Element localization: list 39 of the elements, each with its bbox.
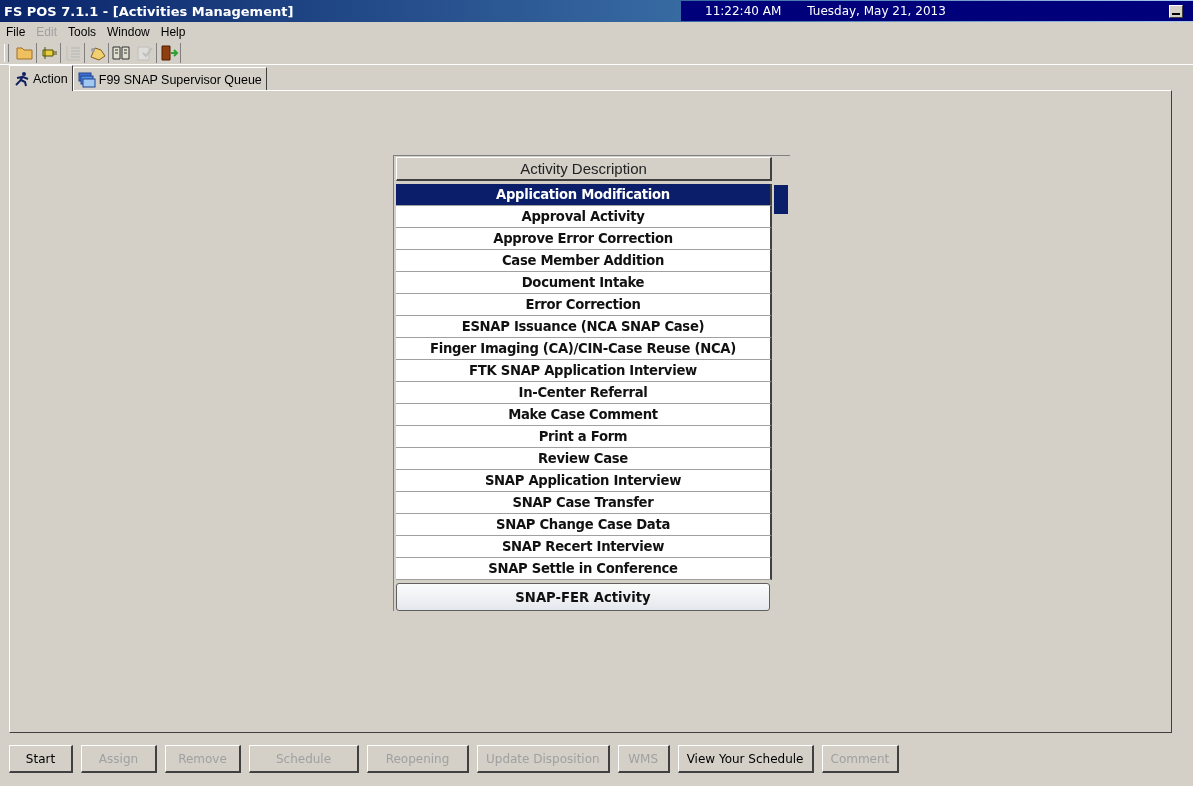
- activity-row[interactable]: SNAP Settle in Conference: [396, 558, 772, 580]
- minimize-button[interactable]: [1169, 4, 1183, 18]
- menu-item[interactable]: Help: [156, 25, 193, 39]
- activity-row[interactable]: SNAP Application Interview: [396, 470, 772, 492]
- tab[interactable]: F99 SNAP Supervisor Queue: [72, 67, 267, 91]
- activity-row[interactable]: Print a Form: [396, 426, 772, 448]
- menu-item[interactable]: File: [2, 25, 33, 39]
- window-title: FS POS 7.1.1 - [Activities Management]: [3, 3, 295, 19]
- activity-button[interactable]: SNAP-FER Activity: [396, 583, 770, 611]
- activity-row[interactable]: Review Case: [396, 448, 772, 470]
- activity-row[interactable]: Approve Error Correction: [396, 228, 772, 250]
- activity-row[interactable]: ESNAP Issuance (NCA SNAP Case): [396, 316, 772, 338]
- activity-row[interactable]: SNAP Recert Interview: [396, 536, 772, 558]
- activity-row[interactable]: FTK SNAP Application Interview: [396, 360, 772, 382]
- book-icon: [111, 43, 131, 63]
- checklist-icon: [134, 43, 155, 63]
- activity-row[interactable]: Error Correction: [396, 294, 772, 316]
- activity-row[interactable]: Approval Activity: [396, 206, 772, 228]
- running-figure-icon: [14, 70, 30, 87]
- activity-row[interactable]: Case Member Addition: [396, 250, 772, 272]
- menu-item[interactable]: Window: [103, 25, 157, 39]
- activity-row[interactable]: Application Modification: [396, 184, 772, 206]
- activity-row[interactable]: SNAP Case Transfer: [396, 492, 772, 514]
- activity-row[interactable]: SNAP Change Case Data: [396, 514, 772, 536]
- action-button[interactable]: View Your Schedule: [677, 745, 814, 773]
- toolbar-button[interactable]: [109, 43, 133, 63]
- action-button[interactable]: Start: [9, 745, 73, 773]
- activity-row[interactable]: In-Center Referral: [396, 382, 772, 404]
- tab[interactable]: Action: [9, 65, 73, 91]
- activity-row[interactable]: Finger Imaging (CA)/CIN-Case Reuse (NCA): [396, 338, 772, 360]
- scrollbar-thumb[interactable]: [774, 185, 788, 214]
- stacked-windows-icon: [77, 71, 96, 88]
- menu-item[interactable]: Tools: [64, 25, 104, 39]
- clock-date: Tuesday, May 21, 2013: [807, 4, 946, 18]
- activity-row[interactable]: Document Intake: [396, 272, 772, 294]
- clock-time: 11:22:40 AM: [705, 4, 782, 18]
- column-header[interactable]: Activity Description: [396, 157, 772, 181]
- door-icon: [158, 43, 179, 63]
- activity-row[interactable]: Make Case Comment: [396, 404, 772, 426]
